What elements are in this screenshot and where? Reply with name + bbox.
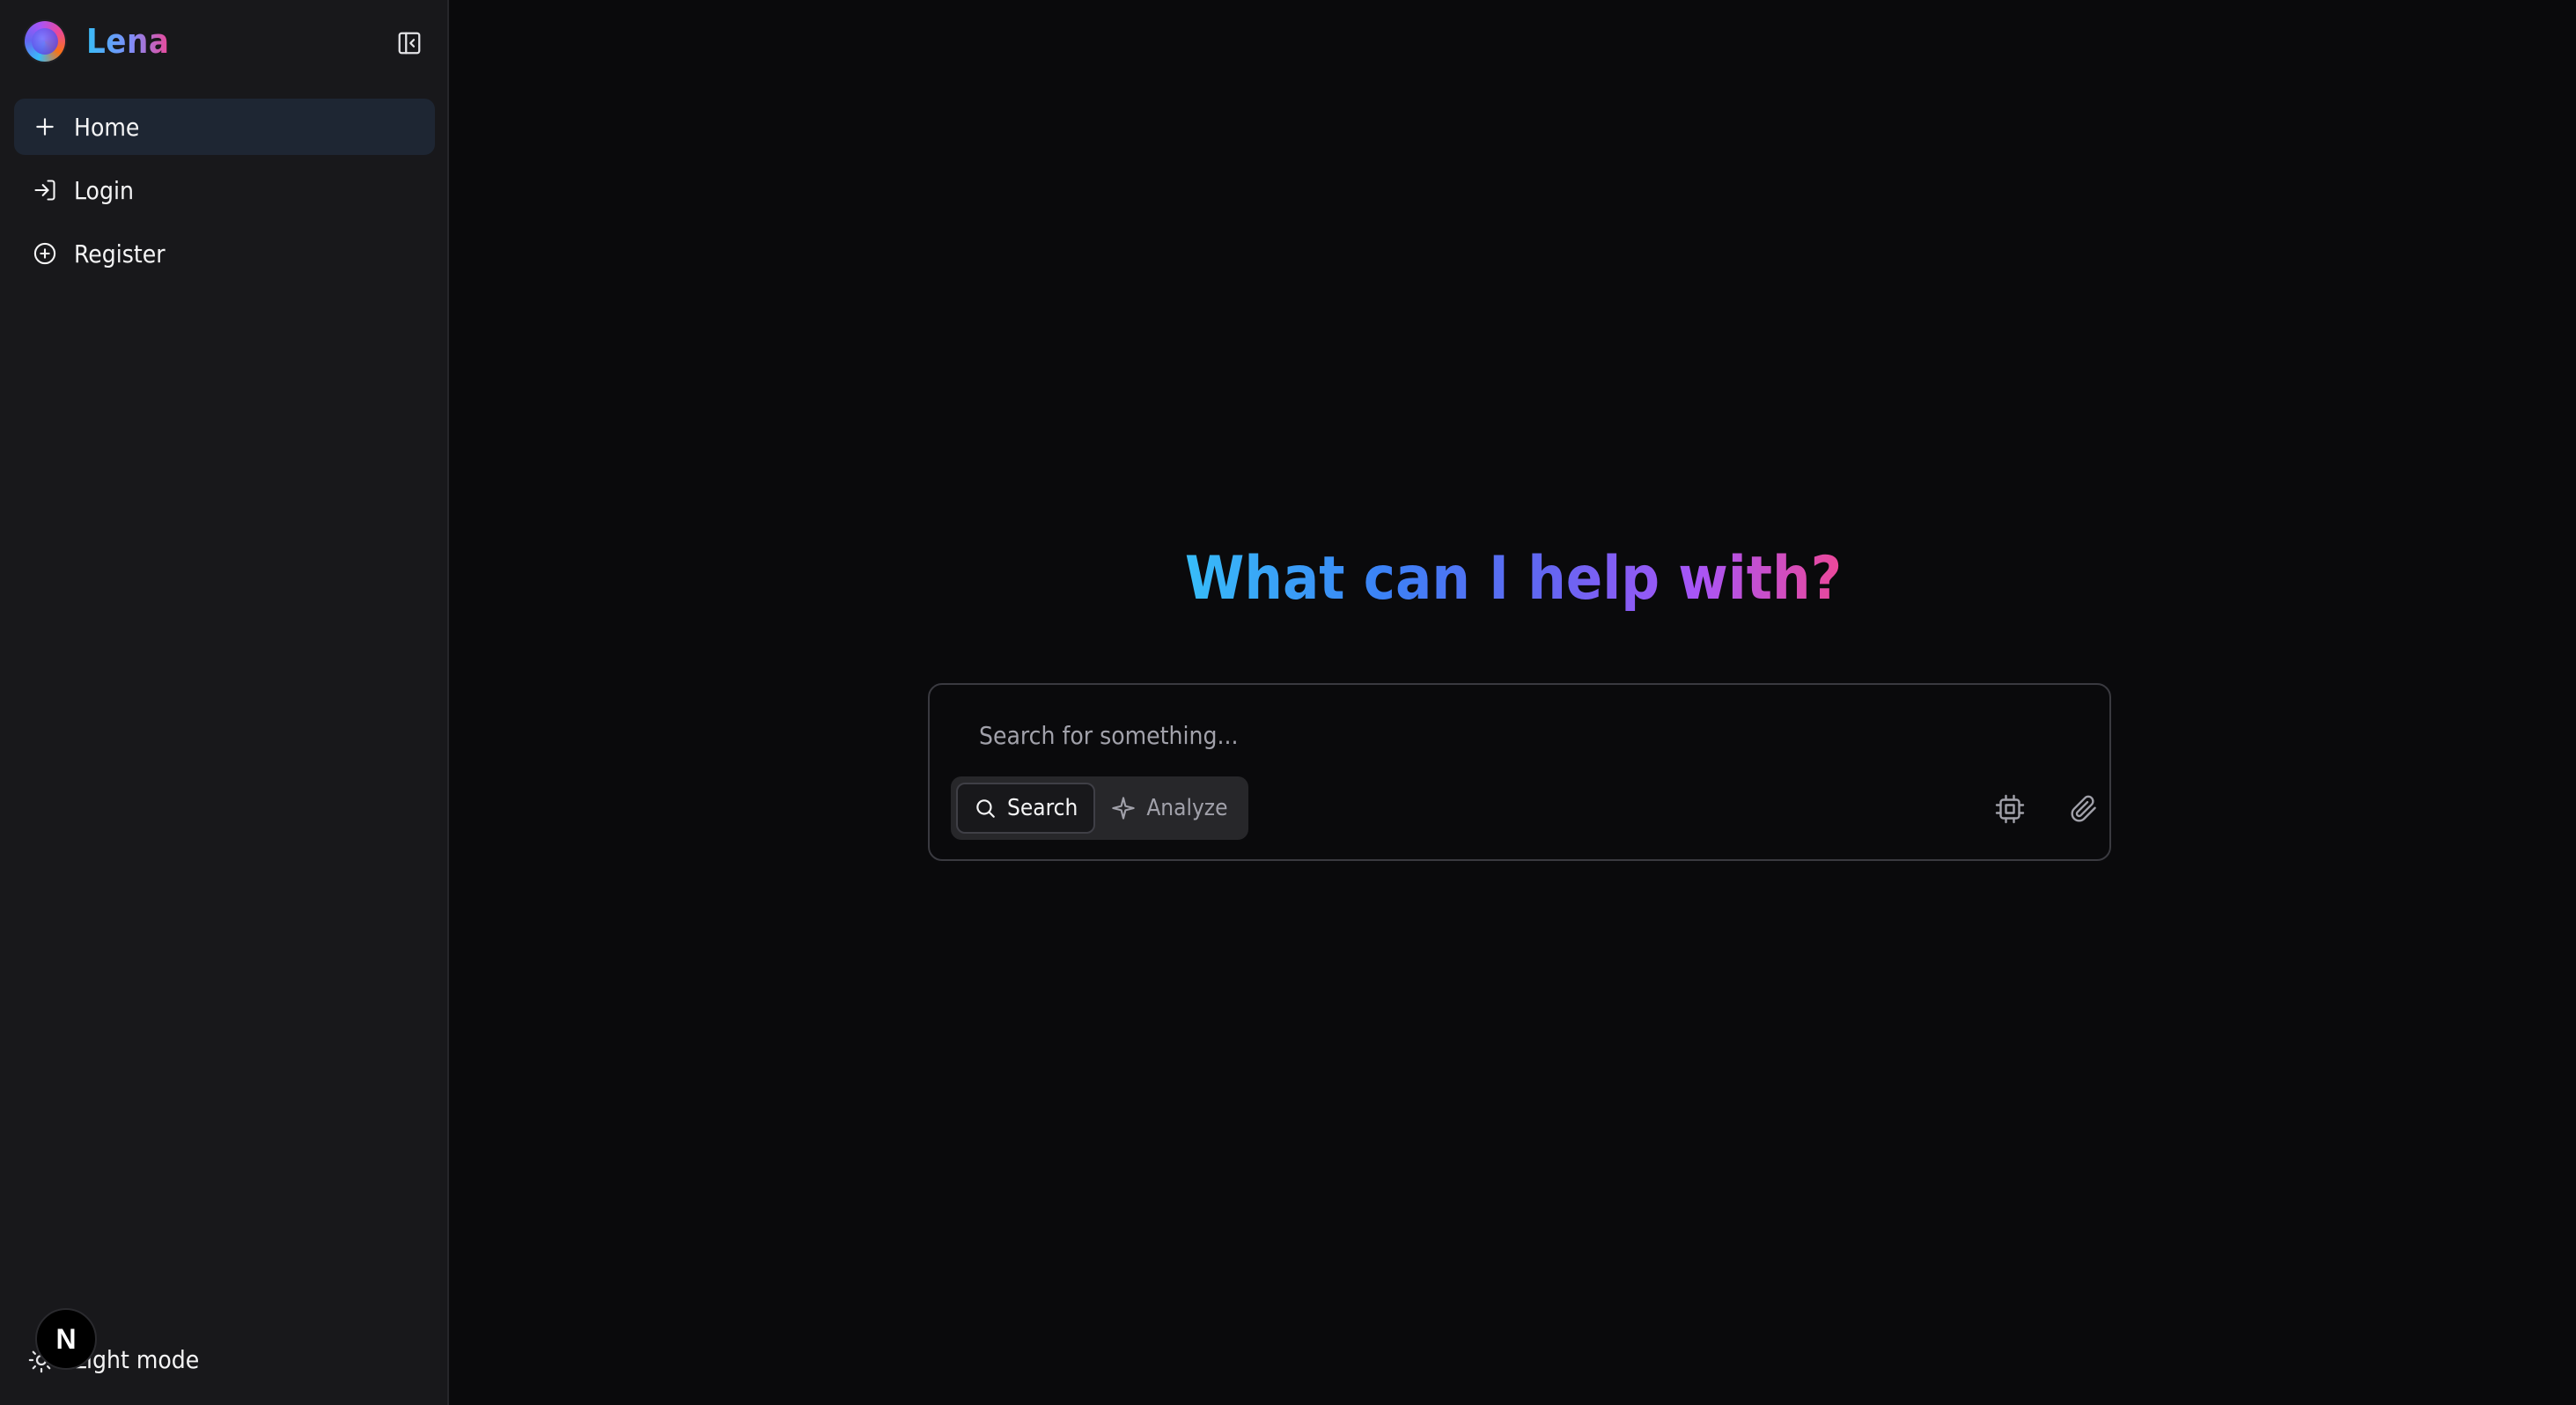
sidebar: Lena Home Login Register Light mode N [0,0,449,1405]
search-input[interactable] [977,715,1949,755]
app-root: Lena Home Login Register Light mode N Wh… [0,0,2576,1405]
dev-badge[interactable]: N [35,1308,97,1370]
sparkle-icon [1111,796,1136,820]
sidebar-item-home[interactable]: Home [14,99,435,155]
dev-badge-letter: N [55,1322,77,1355]
sidebar-item-register[interactable]: Register [14,225,435,282]
analyze-mode-button[interactable]: Analyze [1095,783,1243,834]
sidebar-nav: Home Login Register [14,99,435,289]
model-select-button[interactable] [1988,787,2032,831]
mode-selector: Search Analyze [951,776,1249,840]
plus-circle-icon [32,240,58,267]
sidebar-collapse-icon [398,32,421,55]
search-mode-button[interactable]: Search [956,783,1096,834]
collapse-sidebar-button[interactable] [394,28,424,58]
search-icon [974,797,997,820]
login-icon [32,177,58,203]
attach-file-button[interactable] [2062,787,2106,831]
app-name: Lena [86,22,170,61]
brand[interactable]: Lena [25,19,169,63]
sidebar-item-label: Home [74,112,140,142]
search-panel: Search Analyze [928,683,2111,861]
cpu-icon [1995,794,2025,824]
plus-icon [32,114,58,140]
sidebar-item-login[interactable]: Login [14,162,435,218]
paperclip-icon [2071,795,2096,822]
analyze-mode-label: Analyze [1146,795,1228,821]
page-title-text: What can I help with? [1184,544,1843,614]
logo-icon [25,21,65,62]
page-title: What can I help with? [451,537,2576,622]
sidebar-item-label: Login [74,175,134,205]
main-content: What can I help with? Search for somethi… [451,0,2576,1405]
search-mode-label: Search [1007,795,1078,821]
sidebar-item-label: Register [74,239,166,268]
